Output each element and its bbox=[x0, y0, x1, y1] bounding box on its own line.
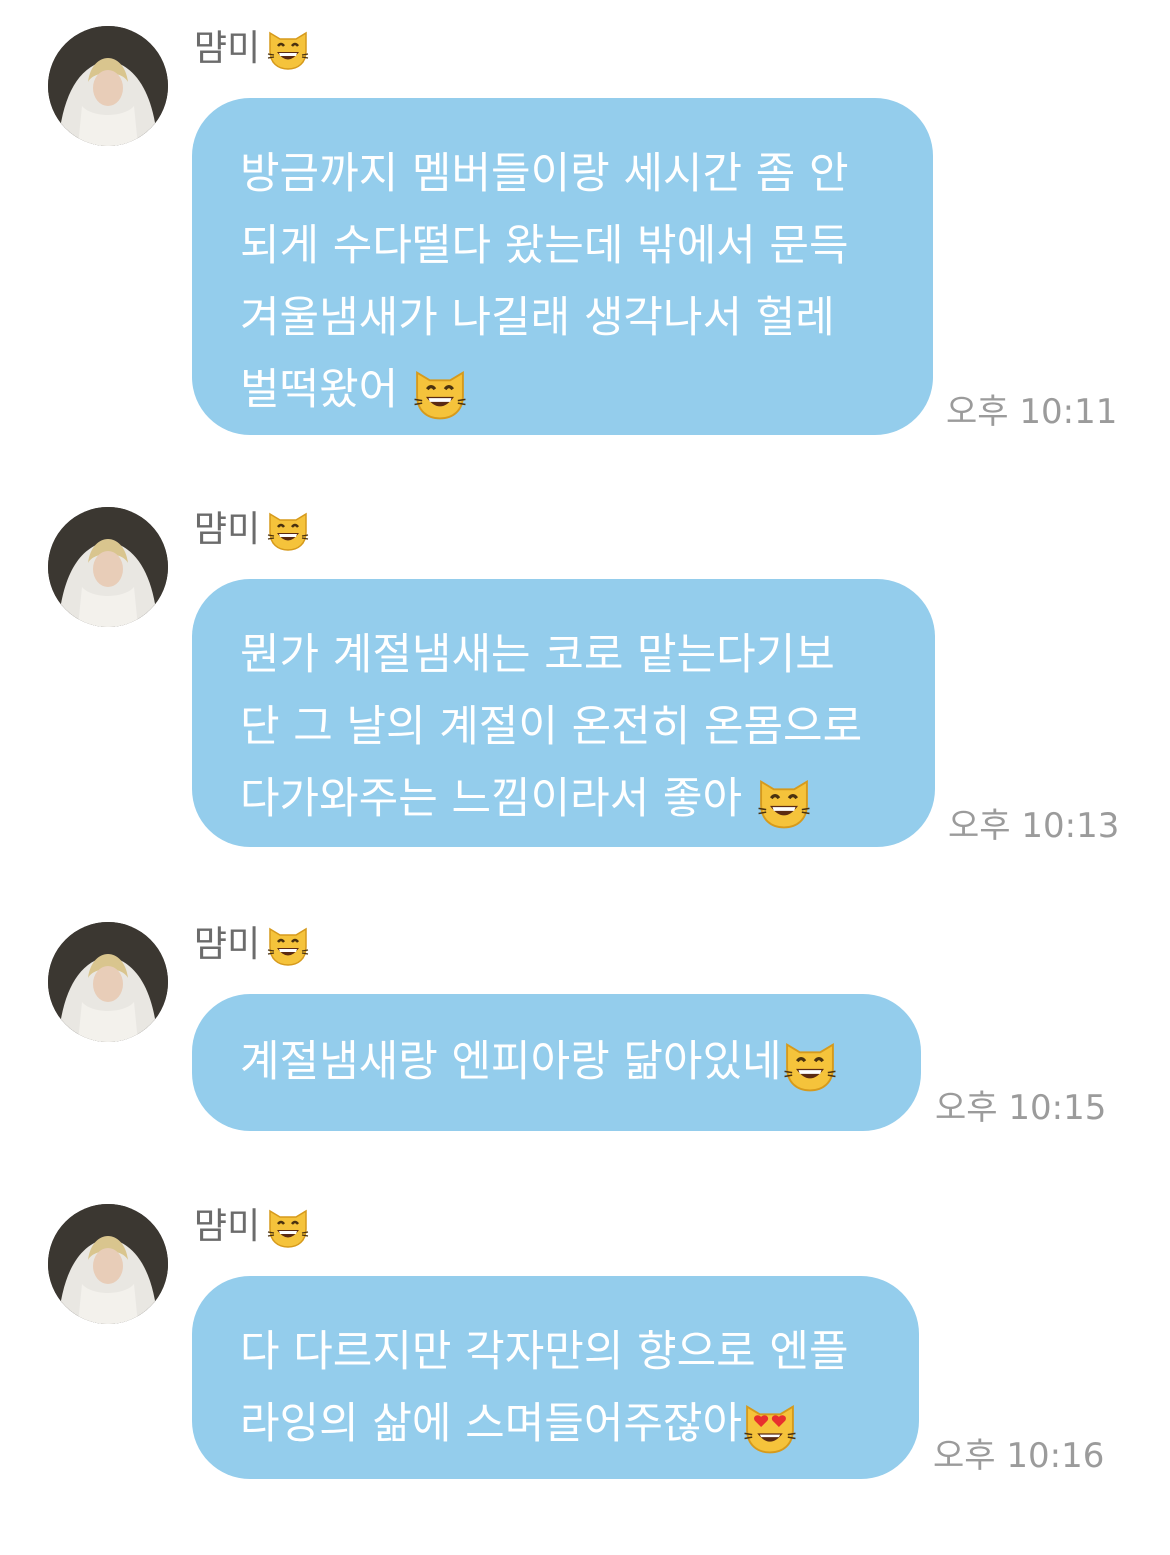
message-timestamp: 오후 10:15 bbox=[935, 1088, 1107, 1128]
message-line-last: 다가와주는 느낌이라서 좋아 bbox=[240, 763, 889, 835]
sender-label: 먐미 bbox=[194, 505, 310, 555]
message-timestamp: 오후 10:13 bbox=[948, 806, 1120, 846]
message-timestamp: 오후 10:11 bbox=[946, 392, 1118, 432]
avatar[interactable] bbox=[48, 507, 168, 627]
sender-name: 먐미 bbox=[194, 924, 261, 965]
sender-name: 먐미 bbox=[194, 28, 261, 69]
message-line-text: 다가와주는 느낌이라서 좋아 bbox=[240, 774, 743, 824]
message-line: 방금까지 멤버들이랑 세시간 좀 안 bbox=[240, 149, 849, 199]
sender-label: 먐미 bbox=[194, 1202, 310, 1252]
sender-name: 먐미 bbox=[194, 509, 261, 550]
grinning-cat-icon bbox=[782, 1037, 838, 1093]
message-line: 다 다르지만 각자만의 향으로 엔플 bbox=[240, 1327, 849, 1377]
grinning-cat-icon bbox=[266, 27, 310, 71]
grinning-cat-icon bbox=[266, 508, 310, 552]
heart-eyes-cat-icon bbox=[742, 1399, 798, 1455]
avatar[interactable] bbox=[48, 1204, 168, 1324]
message-line: 뭔가 계절냄새는 코로 맡는다기보 bbox=[240, 630, 835, 680]
message-line-last: 벌떡왔어 bbox=[240, 354, 887, 426]
message-bubble[interactable]: 다 다르지만 각자만의 향으로 엔플 라잉의 삶에 스며들어주잖아 bbox=[192, 1276, 919, 1479]
avatar[interactable] bbox=[48, 922, 168, 1042]
grinning-cat-icon bbox=[756, 774, 812, 830]
message-line: 되게 수다떨다 왔는데 밖에서 문득 bbox=[240, 221, 849, 271]
message-bubble[interactable]: 방금까지 멤버들이랑 세시간 좀 안 되게 수다떨다 왔는데 밖에서 문득 겨울… bbox=[192, 98, 933, 435]
grinning-cat-icon bbox=[266, 923, 310, 967]
sender-label: 먐미 bbox=[194, 24, 310, 74]
message-line-text: 계절냄새랑 엔피아랑 닮아있네 bbox=[240, 1037, 782, 1087]
grinning-cat-icon bbox=[266, 1205, 310, 1249]
message-bubble[interactable]: 계절냄새랑 엔피아랑 닮아있네 bbox=[192, 994, 921, 1131]
message-timestamp: 오후 10:16 bbox=[933, 1436, 1105, 1476]
message-line-text: 라잉의 삶에 스며들어주잖아 bbox=[240, 1399, 743, 1449]
avatar[interactable] bbox=[48, 26, 168, 146]
message-line-last: 라잉의 삶에 스며들어주잖아 bbox=[240, 1388, 873, 1460]
message-line: 단 그 날의 계절이 온전히 온몸으로 bbox=[240, 702, 863, 752]
sender-label: 먐미 bbox=[194, 920, 310, 970]
message-line-text: 벌떡왔어 bbox=[240, 365, 399, 415]
message-bubble[interactable]: 뭔가 계절냄새는 코로 맡는다기보 단 그 날의 계절이 온전히 온몸으로 다가… bbox=[192, 579, 935, 847]
sender-name: 먐미 bbox=[194, 1206, 261, 1247]
message-line-last: 계절냄새랑 엔피아랑 닮아있네 bbox=[240, 1026, 875, 1098]
grinning-cat-icon bbox=[412, 365, 468, 421]
message-line: 겨울냄새가 나길래 생각나서 헐레 bbox=[240, 293, 835, 343]
